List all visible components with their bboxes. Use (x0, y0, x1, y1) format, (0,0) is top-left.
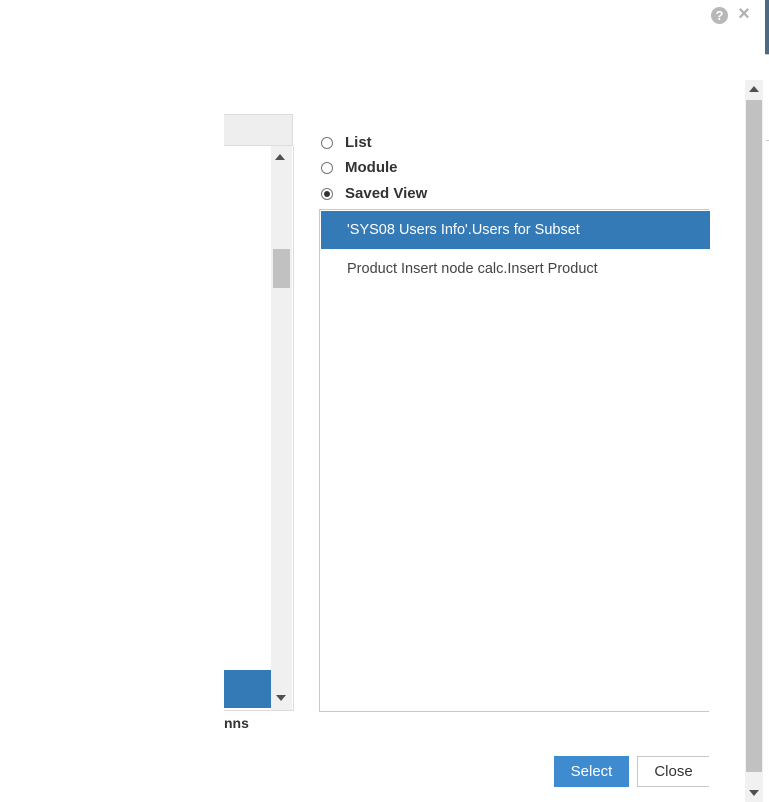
radio-label: Module (345, 159, 398, 176)
help-icon[interactable]: ? (711, 7, 728, 24)
scroll-down-arrow-icon[interactable] (276, 695, 286, 701)
radio-button[interactable] (321, 187, 333, 200)
left-scrollbar[interactable] (271, 146, 292, 710)
list-item[interactable]: 'SYS08 Users Info'.Users for Subset (321, 211, 710, 249)
scroll-up-arrow-icon[interactable] (749, 86, 759, 92)
select-button[interactable]: Select (554, 756, 629, 787)
list-item[interactable]: Product Insert node calc.Insert Product (321, 250, 710, 288)
left-panel-label: nns (224, 715, 249, 731)
saved-view-list[interactable]: 'SYS08 Users Info'.Users for Subset Prod… (319, 209, 710, 712)
radio-label: List (345, 134, 372, 151)
window-edge (765, 0, 769, 54)
radio-saved-view[interactable]: Saved View (321, 185, 427, 202)
scroll-up-arrow-icon[interactable] (275, 154, 285, 160)
close-button[interactable]: Close (637, 756, 709, 787)
scroll-down-arrow-icon[interactable] (749, 790, 759, 796)
close-icon[interactable]: × (735, 4, 753, 24)
left-panel-header (224, 114, 293, 146)
radio-label: Saved View (345, 185, 428, 202)
radio-module[interactable]: Module (321, 159, 398, 176)
divider (765, 54, 769, 55)
radio-button[interactable] (321, 136, 333, 149)
dialog-scrollbar-thumb[interactable] (746, 100, 762, 772)
radio-button[interactable] (321, 161, 333, 174)
left-list-selected-item[interactable] (224, 670, 271, 708)
list-item-label: 'SYS08 Users Info'.Users for Subset (347, 222, 580, 238)
left-scrollbar-thumb[interactable] (273, 249, 290, 288)
radio-list[interactable]: List (321, 134, 372, 151)
list-item-label: Product Insert node calc.Insert Product (347, 261, 598, 277)
